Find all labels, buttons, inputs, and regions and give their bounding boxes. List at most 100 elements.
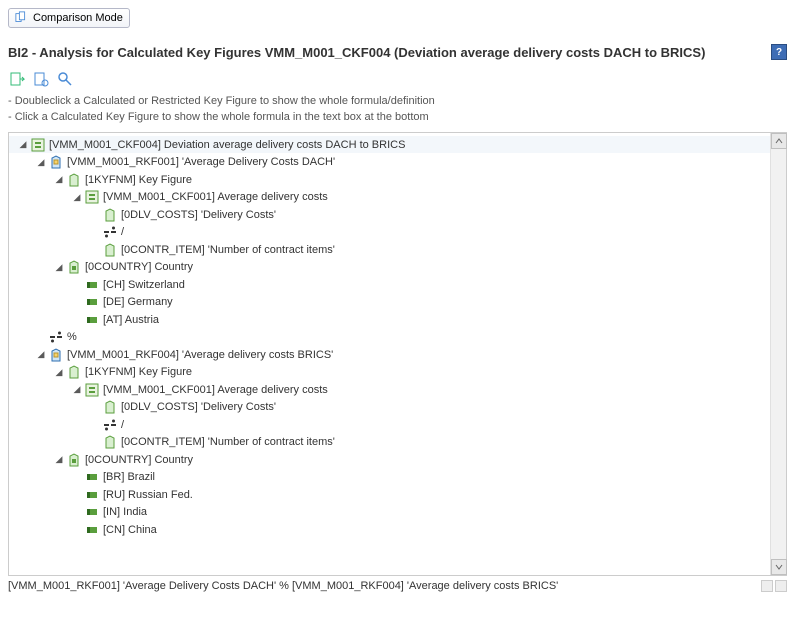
collapse-toggle[interactable]: ◢: [35, 349, 47, 360]
tree-node-label: [AT] Austria: [103, 314, 159, 326]
scrollbar[interactable]: [770, 133, 786, 575]
tree-node-label: [RU] Russian Fed.: [103, 489, 193, 501]
tree-node[interactable]: ▶[RU] Russian Fed.: [9, 486, 770, 504]
tree-node[interactable]: ▶[IN] India: [9, 503, 770, 521]
tree-node-label: [0CONTR_ITEM] 'Number of contract items': [121, 436, 335, 448]
value-icon: [84, 522, 100, 538]
keyfigure-icon: [66, 172, 82, 188]
characteristic-icon: [66, 452, 82, 468]
tree-node-label: [CH] Switzerland: [103, 279, 185, 291]
tree-node[interactable]: ◢ [1KYFNM] Key Figure: [9, 171, 770, 189]
collapse-toggle[interactable]: ◢: [53, 174, 65, 185]
tree-node-label: [0DLV_COSTS] 'Delivery Costs': [121, 401, 276, 413]
footer-controls: [761, 580, 787, 592]
value-icon: [84, 294, 100, 310]
formula-text: [VMM_M001_RKF001] 'Average Delivery Cost…: [8, 580, 558, 592]
scroll-down-button[interactable]: [771, 559, 787, 575]
tree-node-label: %: [67, 331, 77, 343]
characteristic-icon: [66, 259, 82, 275]
chevron-up-icon: [775, 137, 783, 145]
tree-node[interactable]: ◢ [0COUNTRY] Country: [9, 258, 770, 276]
tree-node[interactable]: ◢ [VMM_M001_CKF001] Average delivery cost…: [9, 188, 770, 206]
value-icon: [84, 504, 100, 520]
collapse-toggle[interactable]: ◢: [35, 157, 47, 168]
tree-node-label: [VMM_M001_RKF001] 'Average Delivery Cost…: [67, 156, 335, 168]
tree-node[interactable]: ▶[0CONTR_ITEM] 'Number of contract items…: [9, 241, 770, 259]
tree-node-label: /: [121, 226, 124, 238]
comparison-mode-label: Comparison Mode: [33, 12, 123, 24]
tree-node[interactable]: ▶[CN] China: [9, 521, 770, 539]
footer-control-2[interactable]: [775, 580, 787, 592]
export-icon: [9, 71, 25, 87]
tree-node[interactable]: ◢ [1KYFNM] Key Figure: [9, 363, 770, 381]
tree-node[interactable]: ▶[DE] Germany: [9, 293, 770, 311]
tree-node-label: [VMM_M001_CKF004] Deviation average deli…: [49, 139, 405, 151]
tree-node[interactable]: ◢ [VMM_M001_RKF001] 'Average Delivery Cos…: [9, 153, 770, 171]
tree-node-label: [1KYFNM] Key Figure: [85, 174, 192, 186]
restricted-keyfigure-icon: [48, 347, 64, 363]
tree-node[interactable]: ▶/: [9, 416, 770, 434]
tree-node[interactable]: ◢ [0COUNTRY] Country: [9, 451, 770, 469]
help-button[interactable]: ?: [771, 44, 787, 60]
tree-node-label: [CN] China: [103, 524, 157, 536]
value-icon: [84, 277, 100, 293]
tree-node[interactable]: ◢ [VMM_M001_CKF004] Deviation average del…: [9, 136, 770, 154]
value-icon: [84, 312, 100, 328]
scroll-up-button[interactable]: [771, 133, 787, 149]
tree-node-label: [0CONTR_ITEM] 'Number of contract items': [121, 244, 335, 256]
tree-node[interactable]: ▶[0DLV_COSTS] 'Delivery Costs': [9, 398, 770, 416]
tree-node-label: [DE] Germany: [103, 296, 173, 308]
calculated-keyfigure-icon: [30, 137, 46, 153]
keyfigure-icon: [102, 207, 118, 223]
tree-node[interactable]: ◢ [VMM_M001_RKF004] 'Average delivery cos…: [9, 346, 770, 364]
tree-node-label: [0COUNTRY] Country: [85, 454, 193, 466]
tree-panel: ◢[VMM_M001_CKF004] Deviation average del…: [8, 132, 787, 576]
page-title: BI2 - Analysis for Calculated Key Figure…: [8, 45, 705, 60]
footer-control-1[interactable]: [761, 580, 773, 592]
collapse-toggle[interactable]: ◢: [53, 262, 65, 273]
compare-icon: [15, 11, 29, 25]
tree-node-label: [1KYFNM] Key Figure: [85, 366, 192, 378]
tree-node[interactable]: ◢[VMM_M001_CKF001] Average delivery cost…: [9, 381, 770, 399]
keyfigure-icon: [66, 364, 82, 380]
operator-icon: [48, 329, 64, 345]
tree-node-label: [0COUNTRY] Country: [85, 261, 193, 273]
hints: - Doubleclick a Calculated or Restricted…: [8, 94, 787, 126]
collapse-toggle[interactable]: ◢: [71, 192, 83, 203]
tree-node-label: [0DLV_COSTS] 'Delivery Costs': [121, 209, 276, 221]
tree-node[interactable]: ▶/: [9, 223, 770, 241]
collapse-toggle[interactable]: ◢: [53, 454, 65, 465]
calculated-keyfigure-icon: [84, 189, 100, 205]
tree-node[interactable]: ▶[0DLV_COSTS] 'Delivery Costs': [9, 206, 770, 224]
tree-node-label: [BR] Brazil: [103, 471, 155, 483]
magnifier-icon: [57, 71, 73, 87]
tree-node[interactable]: ▶[AT] Austria: [9, 311, 770, 329]
refresh-button[interactable]: [32, 70, 50, 88]
search-button[interactable]: [56, 70, 74, 88]
collapse-toggle[interactable]: ◢: [17, 139, 29, 150]
tree-node[interactable]: ▶[BR] Brazil: [9, 468, 770, 486]
collapse-toggle[interactable]: ◢: [53, 367, 65, 378]
tree-node-label: [VMM_M001_RKF004] 'Average delivery cost…: [67, 349, 333, 361]
tree[interactable]: ◢[VMM_M001_CKF004] Deviation average del…: [9, 133, 770, 575]
chevron-down-icon: [775, 563, 783, 571]
refresh-icon: [33, 71, 49, 87]
restricted-keyfigure-icon: [48, 154, 64, 170]
tree-node[interactable]: ▶[CH] Switzerland: [9, 276, 770, 294]
operator-icon: [102, 224, 118, 240]
calculated-keyfigure-icon: [84, 382, 100, 398]
tree-node-label: [VMM_M001_CKF001] Average delivery costs: [103, 191, 328, 203]
comparison-mode-button[interactable]: Comparison Mode: [8, 8, 130, 28]
toolbar: [8, 70, 787, 88]
export-button[interactable]: [8, 70, 26, 88]
tree-node-label: [IN] India: [103, 506, 147, 518]
value-icon: [84, 469, 100, 485]
keyfigure-icon: [102, 434, 118, 450]
operator-icon: [102, 417, 118, 433]
tree-node[interactable]: ▶[0CONTR_ITEM] 'Number of contract items…: [9, 433, 770, 451]
hint-line: - Doubleclick a Calculated or Restricted…: [8, 94, 787, 110]
tree-node[interactable]: ▶%: [9, 328, 770, 346]
value-icon: [84, 487, 100, 503]
collapse-toggle[interactable]: ◢: [71, 384, 83, 395]
hint-line: - Click a Calculated Key Figure to show …: [8, 110, 787, 126]
